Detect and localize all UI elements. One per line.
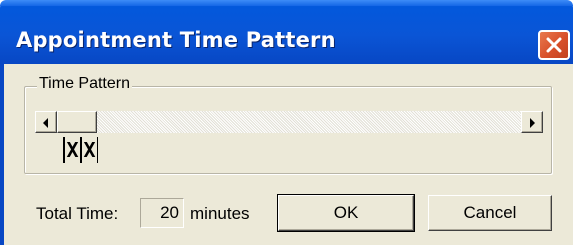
scroll-right-button[interactable] bbox=[521, 111, 543, 133]
ok-button[interactable]: OK bbox=[277, 194, 415, 232]
total-time-label: Total Time: bbox=[36, 204, 119, 223]
time-pattern-group: Time Pattern X X bbox=[24, 75, 552, 174]
time-pattern-label: Time Pattern bbox=[37, 75, 132, 93]
total-time-value: 20 bbox=[140, 198, 184, 228]
window-title: Appointment Time Pattern bbox=[16, 28, 336, 52]
scroll-thumb[interactable] bbox=[57, 111, 97, 133]
arrow-right-icon bbox=[530, 118, 535, 128]
total-time-unit: minutes bbox=[190, 204, 250, 223]
time-slot[interactable]: X bbox=[80, 137, 98, 163]
close-icon bbox=[546, 37, 562, 53]
dialog-window: Appointment Time Pattern Time Pattern X … bbox=[0, 0, 573, 245]
arrow-left-icon bbox=[43, 118, 48, 128]
time-slot[interactable]: X bbox=[63, 137, 81, 163]
title-bar[interactable]: Appointment Time Pattern bbox=[0, 0, 573, 64]
cancel-button[interactable]: Cancel bbox=[428, 195, 552, 231]
scroll-left-button[interactable] bbox=[35, 111, 57, 133]
time-pattern-scrollbar[interactable] bbox=[35, 111, 543, 133]
close-button[interactable] bbox=[538, 30, 570, 60]
dialog-body: Time Pattern X X Total Time: 20 minutes … bbox=[0, 64, 573, 245]
